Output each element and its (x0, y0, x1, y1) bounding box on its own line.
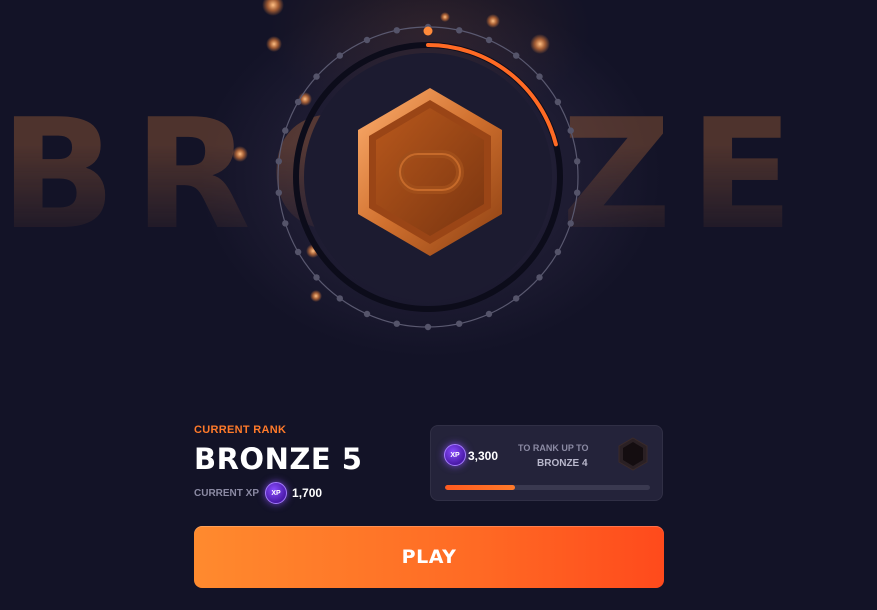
ring-dot (554, 98, 562, 106)
rank-up-xp-needed: 3,300 (468, 449, 499, 463)
ring-dot (275, 189, 282, 196)
ring-dot (282, 127, 289, 134)
ring-dot (313, 274, 320, 281)
ring-dot (456, 320, 463, 327)
rank-up-label: TO RANK UP TO (518, 443, 589, 453)
ring-dot (275, 158, 282, 165)
ring-dot (336, 52, 343, 59)
next-rank-emblem-icon (618, 437, 648, 471)
ring-dot (554, 248, 562, 256)
ring-dot (456, 27, 463, 34)
xp-badge-icon: XP (444, 444, 466, 466)
ring-dot (513, 295, 520, 302)
ring-dot (485, 36, 493, 44)
play-button[interactable]: PLAY (194, 526, 664, 588)
ring-dot (567, 127, 574, 134)
ring-dot (485, 310, 493, 318)
ring-dot (363, 310, 371, 318)
rank-name: BRONZE 5 (194, 442, 363, 476)
ring-dot (536, 73, 543, 80)
ring-dot (294, 248, 302, 256)
rank-up-progress-bar (445, 485, 650, 490)
rank-up-progress-fill (445, 485, 515, 490)
ring-dot (363, 36, 371, 44)
ring-dot (536, 274, 543, 281)
ring-dot (424, 323, 432, 331)
ring-dot (294, 98, 302, 106)
ring-dot (567, 220, 574, 227)
current-xp-label: CURRENT XP (194, 487, 260, 499)
rank-up-card: XP 3,300 TO RANK UP TO BRONZE 4 (430, 425, 663, 501)
ring-dot (393, 320, 400, 327)
current-xp-row: CURRENT XP XP 1,700 (194, 482, 414, 504)
current-xp-value: 1,700 (292, 486, 323, 500)
current-rank-panel: CURRENT RANK BRONZE 5 CURRENT XP XP 1,70… (194, 424, 414, 504)
ring-marker-dot (423, 26, 433, 36)
ring-dot (393, 27, 400, 34)
current-rank-label: CURRENT RANK (194, 424, 287, 436)
next-rank-name: BRONZE 4 (537, 458, 588, 469)
ring-dot (574, 158, 581, 165)
ring-dot (574, 189, 581, 196)
bronze-hexagon-emblem (358, 88, 502, 256)
ring-dot (513, 52, 520, 59)
ring-dot (336, 295, 343, 302)
ring-dot (282, 220, 289, 227)
ring-dot (313, 73, 320, 80)
xp-badge-icon: XP (265, 482, 288, 504)
